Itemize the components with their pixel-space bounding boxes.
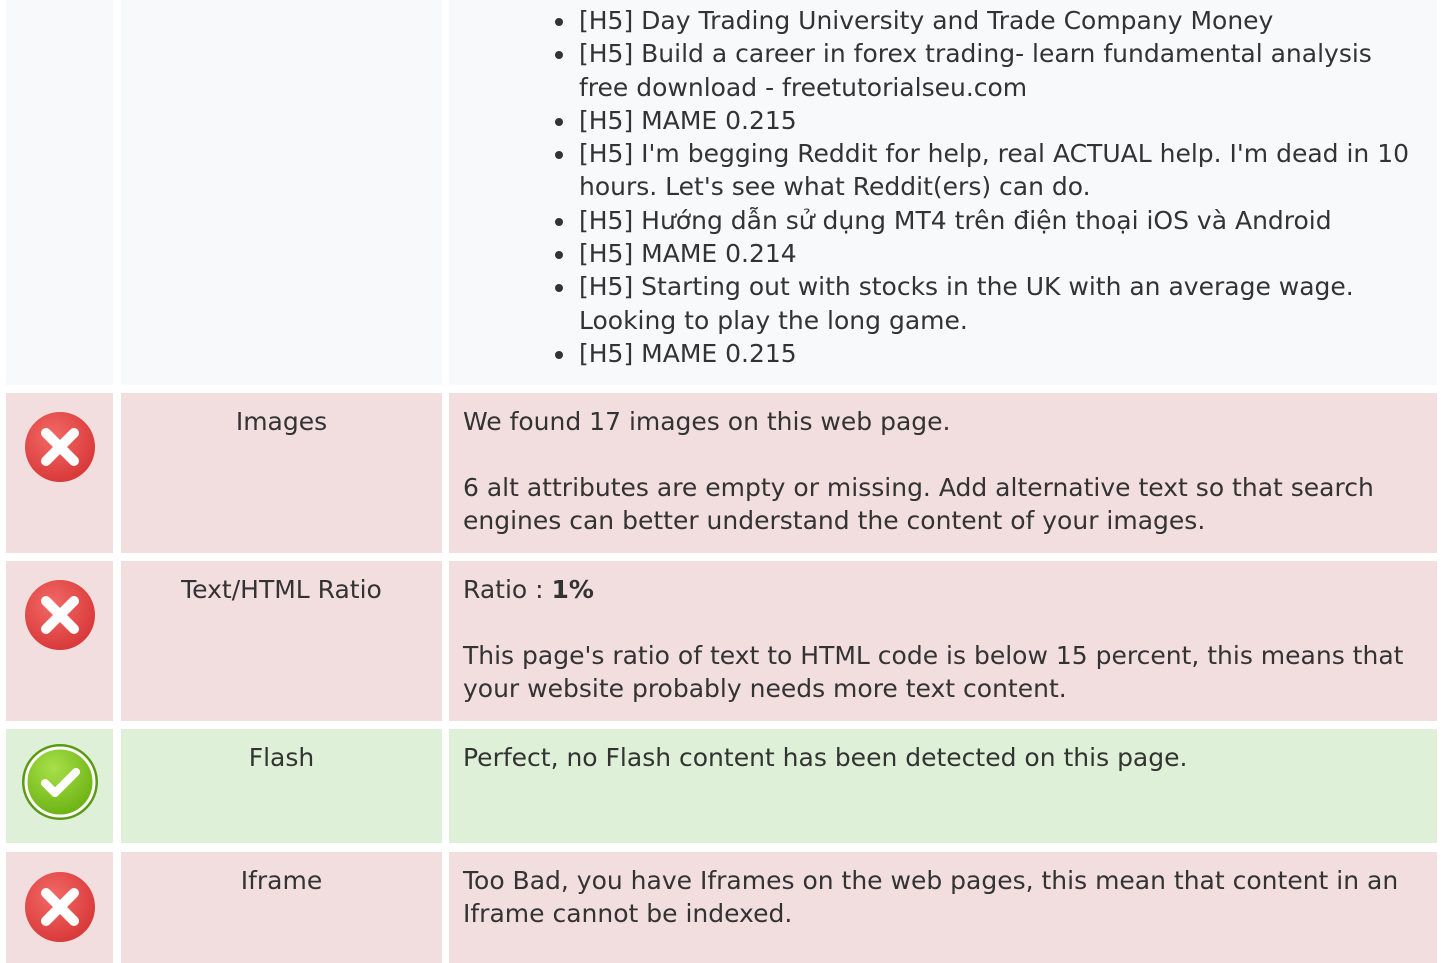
- error-x-icon: [23, 410, 97, 484]
- iframe-label-cell: Iframe: [121, 852, 442, 963]
- flash-label: Flash: [248, 743, 315, 772]
- list-item: [H5] MAME 0.215: [555, 337, 1423, 370]
- images-alt-text: 6 alt attributes are empty or missing. A…: [463, 473, 1374, 535]
- headings-row: [H5] Day Trading University and Trade Co…: [6, 0, 1437, 385]
- headings-content-cell: [H5] Day Trading University and Trade Co…: [449, 0, 1437, 385]
- ratio-value: 1%: [551, 575, 594, 604]
- headings-list: [H5] Day Trading University and Trade Co…: [463, 4, 1423, 370]
- ratio-row: Text/HTML Ratio Ratio : 1% This page's r…: [6, 561, 1437, 721]
- ratio-label-cell: Text/HTML Ratio: [121, 561, 442, 721]
- images-count-text: We found 17 images on this web page.: [463, 407, 951, 436]
- list-item: [H5] MAME 0.214: [555, 237, 1423, 270]
- list-item: [H5] I'm begging Reddit for help, real A…: [555, 137, 1423, 204]
- images-label: Images: [235, 407, 328, 436]
- iframe-text: Too Bad, you have Iframes on the web pag…: [463, 866, 1399, 928]
- images-label-cell: Images: [121, 393, 442, 553]
- error-x-icon: [23, 578, 97, 652]
- ratio-prefix: Ratio :: [463, 575, 552, 604]
- list-item: [H5] Starting out with stocks in the UK …: [555, 270, 1423, 337]
- iframe-label: Iframe: [240, 866, 323, 895]
- list-item: [H5] Hướng dẫn sử dụng MT4 trên điện tho…: [555, 204, 1423, 237]
- iframe-row: Iframe Too Bad, you have Iframes on the …: [6, 852, 1437, 963]
- ratio-content-cell: Ratio : 1% This page's ratio of text to …: [449, 561, 1437, 721]
- flash-text: Perfect, no Flash content has been detec…: [463, 743, 1188, 772]
- images-content-cell: We found 17 images on this web page. 6 a…: [449, 393, 1437, 553]
- ratio-value-line: Ratio : 1%: [463, 573, 1423, 606]
- ratio-status-cell: [6, 561, 113, 721]
- images-status-cell: [6, 393, 113, 553]
- list-item: [H5] Build a career in forex trading- le…: [555, 37, 1423, 104]
- list-item: [H5] Day Trading University and Trade Co…: [555, 4, 1423, 37]
- iframe-content-cell: Too Bad, you have Iframes on the web pag…: [449, 852, 1437, 963]
- flash-label-cell: Flash: [121, 729, 442, 843]
- ratio-label: Text/HTML Ratio: [181, 575, 382, 604]
- check-icon: [20, 742, 100, 822]
- flash-content-cell: Perfect, no Flash content has been detec…: [449, 729, 1437, 843]
- list-item: [H5] MAME 0.215: [555, 104, 1423, 137]
- headings-label-cell: [121, 0, 442, 385]
- iframe-status-cell: [6, 852, 113, 963]
- ratio-explanation: This page's ratio of text to HTML code i…: [463, 641, 1404, 703]
- error-x-icon: [23, 870, 97, 944]
- flash-status-cell: [6, 729, 113, 843]
- flash-row: Flash Perfect, no Flash content has been…: [6, 729, 1437, 843]
- images-row: Images We found 17 images on this web pa…: [6, 393, 1437, 553]
- headings-status-cell: [6, 0, 113, 385]
